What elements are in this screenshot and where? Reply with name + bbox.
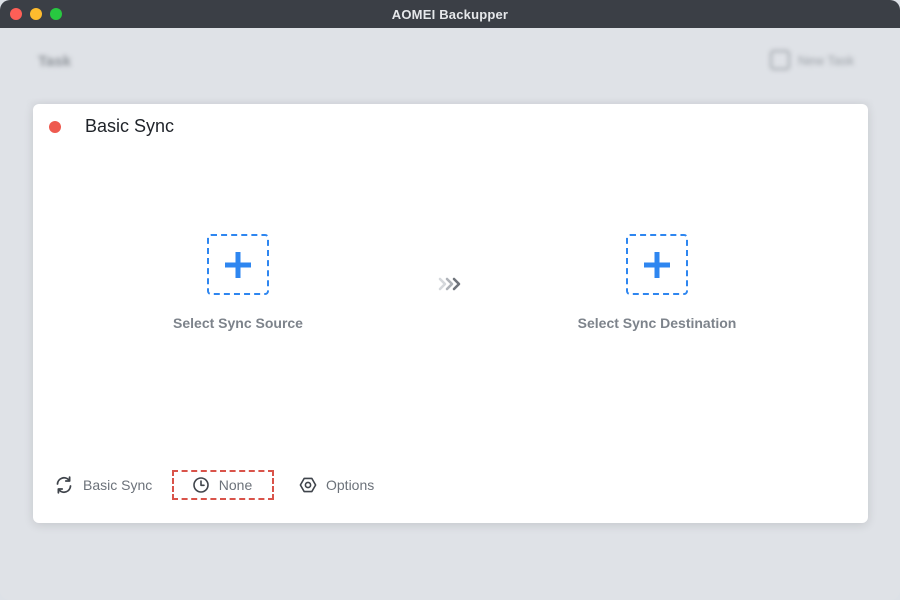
minimize-window-button[interactable] [30,8,42,20]
app-window: AOMEI Backupper Task New Task Basic Sync… [0,0,900,600]
triple-chevron-right-icon [438,277,461,291]
sync-icon [56,476,72,494]
new-task-label: New Task [798,52,855,68]
maximize-window-button[interactable] [50,8,62,20]
gear-icon [299,477,317,493]
status-dot [49,121,61,133]
sync-source-label: Select Sync Source [173,315,303,331]
window-controls [10,8,62,20]
options-button[interactable]: Options [299,470,374,500]
title-bar: AOMEI Backupper [0,0,900,28]
clock-icon [192,477,209,493]
options-label: Options [326,477,375,493]
plus-icon [225,251,251,278]
sync-destination-label: Select Sync Destination [577,315,737,331]
sync-mode-label: Basic Sync [83,477,153,493]
dialog-footer: Basic Sync None Options [33,470,868,502]
new-task-icon [770,50,790,70]
destination-add-box[interactable] [626,234,688,295]
select-sync-source-button[interactable]: Select Sync Source [108,234,368,331]
background-new-task-button: New Task [770,50,854,70]
source-add-box[interactable] [207,234,269,295]
select-sync-destination-button[interactable]: Select Sync Destination [527,234,787,331]
close-window-button[interactable] [10,8,22,20]
schedule-label: None [218,477,253,493]
background-page-title: Task [38,53,72,70]
schedule-button[interactable]: None [172,470,274,500]
sync-mode-button[interactable]: Basic Sync [54,470,152,500]
plus-icon [644,251,670,278]
dialog-title: Basic Sync [85,116,175,136]
window-title: AOMEI Backupper [391,6,509,22]
basic-sync-dialog: Basic Sync Select Sync Source Select Syn… [33,104,868,523]
